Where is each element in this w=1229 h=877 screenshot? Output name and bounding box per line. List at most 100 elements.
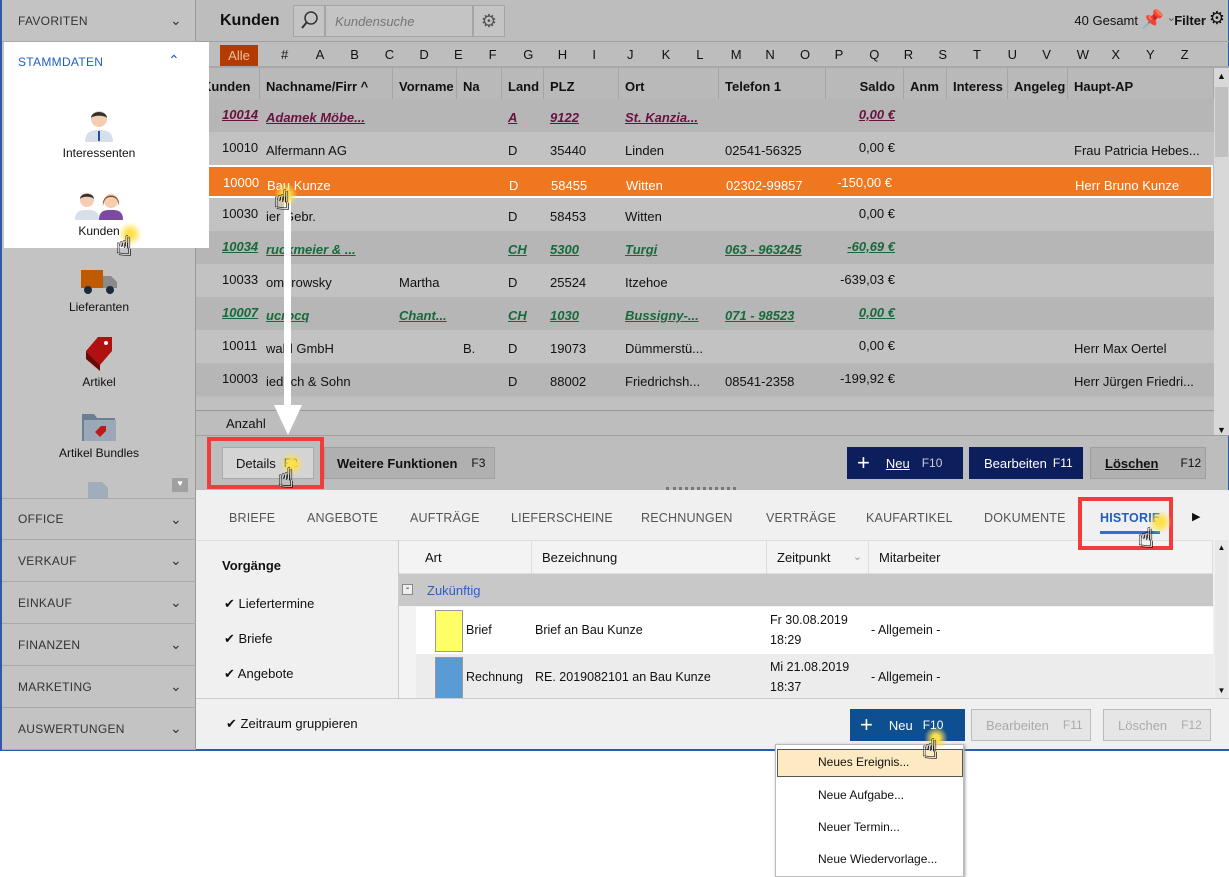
collapse-icon[interactable]: - — [402, 584, 413, 595]
alphabet-s[interactable]: S — [938, 47, 947, 62]
cell-tel[interactable]: 071 - 98523 — [725, 308, 794, 323]
cell-nr[interactable]: 10014 — [222, 107, 258, 122]
alphabet-k[interactable]: K — [662, 47, 671, 62]
group-row[interactable]: - Zukünftig — [399, 574, 1213, 606]
checkbox-liefertermine[interactable]: ✔ Liefertermine — [224, 596, 314, 612]
alphabet-p[interactable]: P — [835, 47, 844, 62]
sidebar-section-einkauf[interactable]: EINKAUF ⌄ — [2, 582, 196, 624]
alphabet-j[interactable]: J — [627, 47, 634, 62]
chevron-up-icon[interactable]: ⌃ — [168, 52, 180, 69]
scroll-thumb[interactable] — [1215, 87, 1228, 157]
menu-item-neue-aufgabe[interactable]: Neue Aufgabe... — [818, 788, 904, 802]
sidebar-section-verkauf[interactable]: VERKAUF ⌄ — [2, 540, 196, 582]
checkbox-briefe[interactable]: ✔ Briefe — [224, 631, 272, 647]
tab-lieferscheine[interactable]: LIEFERSCHEINE — [511, 511, 613, 525]
table-row[interactable]: 10014 Adamek Möbe... A 9122 St. Kanzia... 0,0… — [196, 99, 1214, 132]
alphabet-q[interactable]: Q — [869, 47, 879, 62]
table-row[interactable]: 10000 Bau Kunze D 58455 Witten 02302-99857 -15… — [195, 165, 1213, 198]
table-row[interactable]: 10011 wald GmbH B. D 19073 Dümmerstü... 0,00 €… — [196, 330, 1214, 363]
alphabet-l[interactable]: L — [696, 47, 703, 62]
table-row[interactable]: 10003 iedrich & Sohn D 88002 Friedrichsh... 0… — [196, 363, 1214, 396]
alphabet-alle[interactable]: Alle — [220, 45, 258, 66]
alphabet-n[interactable]: N — [765, 47, 774, 62]
scroll-down-icon[interactable]: ▼ — [1214, 425, 1229, 435]
alphabet-m[interactable]: M — [731, 47, 742, 62]
history-scrollbar[interactable]: ▲ ▼ — [1215, 540, 1228, 698]
history-column-zeitpunkt[interactable]: Zeitpunkt ⌄ — [767, 541, 869, 574]
bearbeiten-button[interactable]: Bearbeiten F11 — [969, 447, 1083, 479]
cell-vorname[interactable]: Chant... — [399, 308, 447, 323]
cell-saldo[interactable]: 0,00 € — [859, 305, 895, 320]
sidebar-item-interessenten[interactable]: Interessenten — [4, 106, 194, 160]
loeschen-button[interactable]: Löschen F12 — [1090, 447, 1206, 479]
scroll-up-icon[interactable]: ▲ — [1214, 68, 1229, 85]
alphabet-w[interactable]: W — [1077, 47, 1089, 62]
sidebar-section-office[interactable]: OFFICE ⌄ — [2, 498, 196, 540]
cell-ort[interactable]: Bussigny-... — [625, 308, 699, 323]
sidebar-section-marketing[interactable]: MARKETING ⌄ — [2, 666, 196, 708]
alphabet-o[interactable]: O — [800, 47, 810, 62]
sidebar-item-kunden[interactable]: Kunden — [4, 188, 194, 238]
alphabet-i[interactable]: I — [592, 47, 596, 62]
alphabet-hash[interactable]: # — [281, 47, 288, 62]
history-loeschen-button[interactable]: Löschen F12 — [1103, 709, 1211, 741]
cell-nr[interactable]: 10007 — [222, 305, 258, 320]
scroll-up-icon[interactable]: ▲ — [1215, 543, 1228, 552]
tabs-next-arrow-icon[interactable]: ▶ — [1192, 510, 1200, 523]
alphabet-d[interactable]: D — [419, 47, 428, 62]
alphabet-c[interactable]: C — [385, 47, 394, 62]
cell-plz[interactable]: 9122 — [550, 110, 579, 125]
sidebar-item-lieferanten[interactable]: Lieferanten — [2, 268, 196, 314]
tab-rechnungen[interactable]: RECHNUNGEN — [641, 511, 733, 525]
table-scrollbar[interactable]: ▲ ▼ — [1214, 68, 1229, 435]
collapse-button[interactable]: ♥ — [172, 478, 188, 492]
tab-vertrge[interactable]: VERTRÄGE — [766, 511, 836, 525]
table-row[interactable]: 10033 ombrowsky Martha D 25524 Itzehoe -639,03… — [196, 264, 1214, 297]
alphabet-f[interactable]: F — [489, 47, 497, 62]
filter-button[interactable]: Filter — [1174, 13, 1206, 28]
cell-land[interactable]: CH — [508, 308, 527, 323]
cell-tel[interactable]: 063 - 963245 — [725, 242, 802, 257]
cell-name[interactable]: Adamek Möbe... — [266, 110, 365, 125]
cell-nr[interactable]: 10034 — [222, 239, 258, 254]
tab-dokumente[interactable]: DOKUMENTE — [984, 511, 1066, 525]
history-bearbeiten-button[interactable]: Bearbeiten F11 — [971, 709, 1091, 741]
cell-saldo[interactable]: -60,69 € — [847, 239, 895, 254]
cell-plz[interactable]: 5300 — [550, 242, 579, 257]
table-row[interactable]: 10034 ruckmeier & ... CH 5300 Turgi 063 - 963… — [196, 231, 1214, 264]
alphabet-g[interactable]: G — [523, 47, 533, 62]
search-input[interactable] — [325, 5, 473, 37]
table-row[interactable]: 10007ucrocqChant...CH1030Bussigny-...071… — [196, 297, 1214, 330]
menu-item-neuer-termin[interactable]: Neuer Termin... — [818, 820, 900, 834]
tab-angebote[interactable]: ANGEBOTE — [307, 511, 378, 525]
cell-saldo[interactable]: 0,00 € — [859, 107, 895, 122]
alphabet-u[interactable]: U — [1008, 47, 1017, 62]
alphabet-a[interactable]: A — [316, 47, 325, 62]
menu-item-neue-wiedervorlage[interactable]: Neue Wiedervorlage... — [818, 852, 937, 866]
history-row[interactable]: Brief Brief an Bau Kunze Fr 30.08.2019 18:2… — [416, 607, 1213, 654]
alphabet-v[interactable]: V — [1042, 47, 1051, 62]
tab-auftrge[interactable]: AUFTRÄGE — [410, 511, 480, 525]
alphabet-x[interactable]: X — [1111, 47, 1120, 62]
sidebar-section-auswertungen[interactable]: AUSWERTUNGEN ⌄ — [2, 708, 196, 750]
alphabet-b[interactable]: B — [350, 47, 359, 62]
alphabet-z[interactable]: Z — [1181, 47, 1189, 62]
checkbox-angebote[interactable]: ✔ Angebote — [224, 666, 293, 682]
alphabet-h[interactable]: H — [558, 47, 567, 62]
alphabet-e[interactable]: E — [454, 47, 463, 62]
alphabet-y[interactable]: Y — [1146, 47, 1155, 62]
sidebar-section-favoriten[interactable]: FAVORITEN ⌄ — [2, 0, 196, 42]
search-button[interactable] — [293, 5, 325, 37]
tab-briefe[interactable]: BRIEFE — [229, 511, 275, 525]
table-row[interactable]: 10010 Alfermann AG D 35440 Linden 02541-56325… — [196, 132, 1214, 165]
weitere-funktionen-button[interactable]: Weitere Funktionen F3 — [324, 447, 495, 479]
sort-chevron-icon[interactable]: ⌄ — [853, 541, 862, 574]
neu-button[interactable]: + Neu F10 — [847, 447, 963, 479]
sidebar-item-artikel-bundles[interactable]: Artikel Bundles — [2, 412, 196, 460]
tab-kaufartikel[interactable]: KAUFARTIKEL — [866, 511, 953, 525]
search-settings-gear-icon[interactable]: ⚙ — [473, 5, 505, 37]
cell-land[interactable]: A — [508, 110, 517, 125]
cell-ort[interactable]: Turgi — [625, 242, 657, 257]
sidebar-section-finanzen[interactable]: FINANZEN ⌄ — [2, 624, 196, 666]
menu-item-neues-ereignis[interactable]: Neues Ereignis... — [818, 755, 909, 769]
